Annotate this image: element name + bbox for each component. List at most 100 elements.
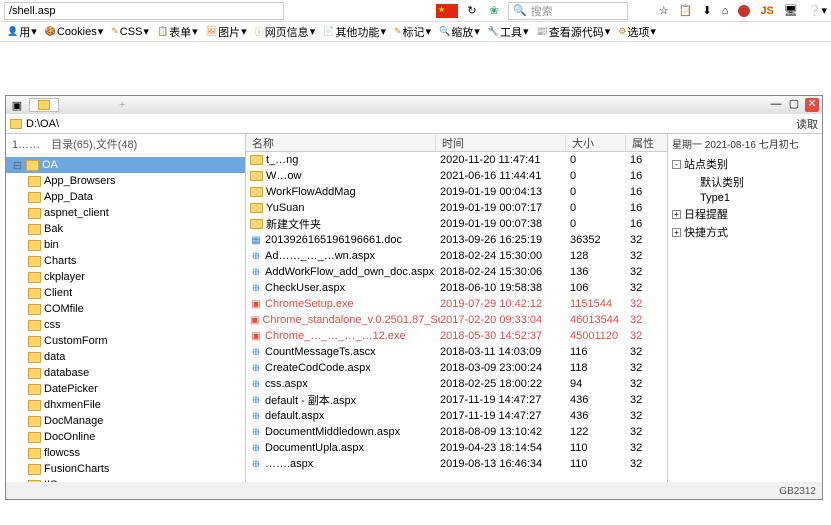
tree-item[interactable]: DocOnline xyxy=(6,429,245,445)
tree-item[interactable]: DocManage xyxy=(6,413,245,429)
reload-icon[interactable]: ↻ xyxy=(464,3,480,19)
file-row[interactable]: ▣Chrome_standalone_v.0.2501.87_Setup...2… xyxy=(246,312,667,328)
url-input-wrap[interactable]: /shell.asp xyxy=(4,2,284,20)
tree-item[interactable]: IIS xyxy=(6,477,245,482)
expand-icon[interactable]: - xyxy=(672,160,681,169)
toolbar-item[interactable]: 👤用▾ xyxy=(4,24,40,40)
tree-item[interactable]: COMfile xyxy=(6,301,245,317)
home-icon[interactable]: ⌂ xyxy=(722,5,729,17)
toolbar-item[interactable]: 🔍缩放▾ xyxy=(436,24,483,40)
file-row[interactable]: WorkFlowAddMag2019-01-19 00:04:13016 xyxy=(246,184,667,200)
file-row[interactable]: ⊕CreateCodCode.aspx2018-03-09 23:00:2411… xyxy=(246,360,667,376)
folder-tree[interactable]: ⊟OAApp_BrowsersApp_Dataaspnet_clientBakb… xyxy=(6,155,245,482)
clipboard-icon[interactable]: 📋 xyxy=(679,4,693,17)
record-icon[interactable] xyxy=(738,5,750,17)
file-row[interactable]: 新建文件夹2019-01-19 00:07:38016 xyxy=(246,216,667,232)
file-row[interactable]: ▦2013926165196196661.doc2013-09-26 16:25… xyxy=(246,232,667,248)
tree-label: css xyxy=(44,319,61,331)
side-item[interactable]: +日程提醒 xyxy=(672,205,818,223)
minimize-icon[interactable]: — xyxy=(769,98,783,112)
file-row[interactable]: ⊕AddWorkFlow_add_own_doc.aspx2018-02-24 … xyxy=(246,264,667,280)
tree-item[interactable]: ckplayer xyxy=(6,269,245,285)
col-name[interactable]: 名称 xyxy=(246,135,436,151)
maximize-icon[interactable]: ▢ xyxy=(787,98,801,112)
leaf-icon[interactable]: ❀ xyxy=(486,3,502,19)
file-row[interactable]: ⊕css.aspx2018-02-25 18:00:229432 xyxy=(246,376,667,392)
tab-bar[interactable]: + xyxy=(25,96,769,114)
file-row[interactable]: ⊕CountMessageTs.ascx2018-03-11 14:03:091… xyxy=(246,344,667,360)
path-input[interactable] xyxy=(26,118,792,130)
expand-icon[interactable]: + xyxy=(672,210,681,219)
folder-icon xyxy=(28,288,41,299)
toolbar-item[interactable]: ✎CSS▾ xyxy=(108,25,152,38)
toolbar-item[interactable]: ⚙选项▾ xyxy=(615,24,659,40)
file-row[interactable]: ▣ChromeSetup.exe2019-07-29 10:42:1211515… xyxy=(246,296,667,312)
settings-icon[interactable]: 🖥 xyxy=(784,4,798,17)
tree-item[interactable]: bin xyxy=(6,237,245,253)
file-time: 2018-02-25 18:00:22 xyxy=(440,378,570,390)
side-item[interactable]: 默认类别 xyxy=(672,173,818,191)
read-button[interactable]: 读取 xyxy=(796,116,818,132)
side-item[interactable]: +快捷方式 xyxy=(672,223,818,241)
toolbar-item[interactable]: 🍪Cookies▾ xyxy=(42,25,107,38)
col-attr[interactable]: 属性 xyxy=(626,135,667,151)
file-row[interactable]: ⊕default - 副本.aspx2017-11-19 14:47:27436… xyxy=(246,392,667,408)
file-row[interactable]: YuSuan2019-01-19 00:07:17016 xyxy=(246,200,667,216)
file-row[interactable]: ⊕DocumentMiddledown.aspx2018-08-09 13:10… xyxy=(246,424,667,440)
file-row[interactable]: ⊕default.aspx2017-11-19 14:47:2743632 xyxy=(246,408,667,424)
col-time[interactable]: 时间 xyxy=(436,135,566,151)
file-row[interactable]: ▣Chrome_…_…_…_…12.exe2018-05-30 14:52:37… xyxy=(246,328,667,344)
add-tab-icon[interactable]: + xyxy=(119,99,125,111)
toolbar-item[interactable]: ⓘ网页信息▾ xyxy=(252,24,319,40)
toolbar-item[interactable]: 📄其他功能▾ xyxy=(320,24,389,40)
tree-item[interactable]: database xyxy=(6,365,245,381)
file-list[interactable]: t_…ng2020-11-20 11:47:41016W…ow2021-06-1… xyxy=(246,152,667,482)
toolbar-item[interactable]: 🔧工具▾ xyxy=(485,24,532,40)
file-row[interactable]: ⊕DocumentUpla.aspx2019-04-23 18:14:54110… xyxy=(246,440,667,456)
file-row[interactable]: ⊕Ad……_…_…wn.aspx2018-02-24 15:30:0012832 xyxy=(246,248,667,264)
tree-item[interactable]: flowcss xyxy=(6,445,245,461)
tree-item[interactable]: data xyxy=(6,349,245,365)
tree-item[interactable]: Charts xyxy=(6,253,245,269)
tab-folder[interactable] xyxy=(29,98,59,112)
tree-item[interactable]: DatePicker xyxy=(6,381,245,397)
toolbar-icon: 🖼 xyxy=(206,26,217,37)
site-category-tree[interactable]: -站点类别默认类别Type1+日程提醒+快捷方式 xyxy=(672,155,818,241)
tree-item[interactable]: dhxmenFile xyxy=(6,397,245,413)
file-size: 436 xyxy=(570,410,630,422)
toolbar-label: 图片 xyxy=(218,24,240,40)
collapse-icon[interactable]: ⊟ xyxy=(12,159,23,172)
side-item[interactable]: -站点类别 xyxy=(672,155,818,173)
tree-item[interactable]: css xyxy=(6,317,245,333)
col-size[interactable]: 大小 xyxy=(566,135,626,151)
file-row[interactable]: ⊕…….aspx2019-08-13 16:46:3411032 xyxy=(246,456,667,472)
dev-toolbar: 👤用▾🍪Cookies▾✎CSS▾📋表单▾🖼图片▾ⓘ网页信息▾📄其他功能▾✎标记… xyxy=(0,22,831,42)
file-size: 136 xyxy=(570,266,630,278)
file-row[interactable]: t_…ng2020-11-20 11:47:41016 xyxy=(246,152,667,168)
expand-icon[interactable]: + xyxy=(672,228,681,237)
toolbar-item[interactable]: 🖼图片▾ xyxy=(203,24,250,40)
file-size: 116 xyxy=(570,346,630,358)
tree-item[interactable]: FusionCharts xyxy=(6,461,245,477)
tree-item[interactable]: aspnet_client xyxy=(6,205,245,221)
side-item[interactable]: Type1 xyxy=(672,191,818,205)
tree-item[interactable]: CustomForm xyxy=(6,333,245,349)
star-icon[interactable]: ☆ xyxy=(659,4,669,17)
download-icon[interactable]: ⬇ xyxy=(702,4,711,17)
file-row[interactable]: W…ow2021-06-16 11:44:41016 xyxy=(246,168,667,184)
tree-item[interactable]: App_Data xyxy=(6,189,245,205)
folder-icon xyxy=(26,160,39,171)
toolbar-item[interactable]: ✎标记▾ xyxy=(391,24,434,40)
js-badge-icon[interactable]: JS xyxy=(760,5,773,17)
help-icon[interactable]: ❔▾ xyxy=(808,4,827,17)
file-name: t_…ng xyxy=(266,154,298,166)
tree-item[interactable]: Client xyxy=(6,285,245,301)
tree-item[interactable]: Bak xyxy=(6,221,245,237)
close-icon[interactable]: ✕ xyxy=(805,98,819,112)
file-row[interactable]: ⊕CheckUser.aspx2018-06-10 19:58:3810632 xyxy=(246,280,667,296)
toolbar-item[interactable]: 📰查看源代码▾ xyxy=(534,24,614,40)
tree-item[interactable]: App_Browsers xyxy=(6,173,245,189)
toolbar-item[interactable]: 📋表单▾ xyxy=(154,24,201,40)
search-box[interactable]: 🔍 搜索 xyxy=(508,2,628,20)
tree-root[interactable]: ⊟OA xyxy=(6,157,245,173)
